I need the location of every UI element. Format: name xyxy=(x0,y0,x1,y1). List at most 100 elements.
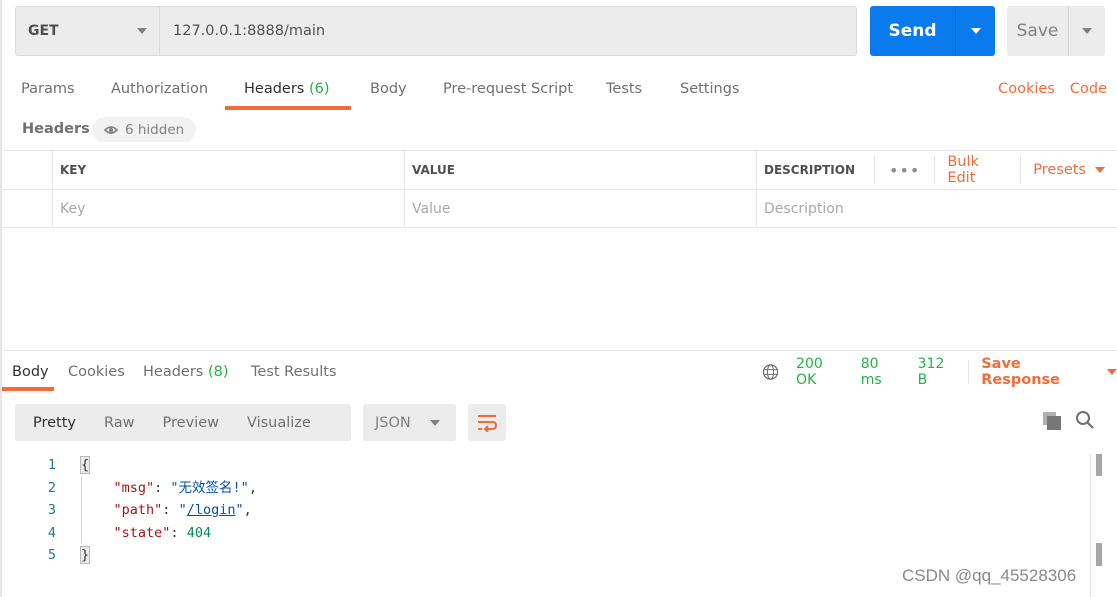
view-mode-group: Pretty Raw Preview Visualize xyxy=(15,404,351,441)
copy-icon[interactable] xyxy=(1042,411,1062,431)
close-brace: } xyxy=(79,546,91,564)
line-number: 5 xyxy=(47,547,56,563)
tab-label: Cookies xyxy=(68,364,125,380)
save-response-label: Save Response xyxy=(981,356,1060,388)
tab-label: Tests xyxy=(606,81,643,97)
search-icon[interactable] xyxy=(1075,410,1095,430)
save-response-dropdown[interactable]: Save Response xyxy=(981,356,1117,388)
headers-section-label: Headers xyxy=(22,121,90,137)
eye-icon xyxy=(104,125,118,134)
key-input[interactable]: Key xyxy=(53,190,405,228)
view-raw-button[interactable]: Raw xyxy=(86,415,135,431)
url-input[interactable]: 127.0.0.1:8888/main xyxy=(160,7,856,55)
line-number: 1 xyxy=(47,457,56,473)
response-tab-cookies[interactable]: Cookies xyxy=(68,361,125,383)
method-select[interactable]: GET xyxy=(16,7,160,55)
response-size[interactable]: 312 B xyxy=(918,356,957,388)
tab-label: Body xyxy=(370,81,407,97)
code-link[interactable]: Code xyxy=(1070,76,1107,102)
tab-authorization[interactable]: Authorization xyxy=(111,76,208,110)
json-link-value[interactable]: /login xyxy=(187,502,236,518)
tab-label: Test Results xyxy=(251,364,337,380)
tab-headers[interactable]: Headers (6) xyxy=(244,76,330,110)
code-line: 3 "path": "/login", xyxy=(0,499,1090,522)
presets-label: Presets xyxy=(1033,162,1086,178)
hidden-count-label: 6 hidden xyxy=(125,121,185,138)
value-column-header: VALUE xyxy=(405,151,757,189)
response-time[interactable]: 80 ms xyxy=(861,356,902,388)
pane-divider[interactable] xyxy=(2,350,1117,351)
line-number: 4 xyxy=(47,524,56,541)
active-tab-indicator xyxy=(225,106,351,110)
active-response-tab-indicator xyxy=(2,387,54,391)
response-tab-test-results[interactable]: Test Results xyxy=(251,361,337,383)
headers-table: KEY VALUE DESCRIPTION ••• Bulk Edit Pres… xyxy=(2,150,1117,228)
json-number-value: 404 xyxy=(186,524,212,541)
chevron-down-icon xyxy=(1082,28,1092,34)
more-options-button[interactable]: ••• xyxy=(874,156,934,184)
cookies-link[interactable]: Cookies xyxy=(998,76,1055,102)
tab-pre-request-script[interactable]: Pre-request Script xyxy=(443,76,573,110)
scrollbar-track[interactable] xyxy=(1090,454,1091,597)
save-dropdown-button[interactable] xyxy=(1069,6,1105,56)
hidden-headers-toggle[interactable]: 6 hidden xyxy=(92,117,197,142)
code-line: 1 { xyxy=(0,454,1090,477)
tab-settings[interactable]: Settings xyxy=(680,76,739,110)
indent-guide xyxy=(81,477,82,543)
tab-body[interactable]: Body xyxy=(370,76,407,110)
tab-label: Pre-request Script xyxy=(443,81,574,97)
save-button[interactable]: Save xyxy=(1007,6,1069,56)
watermark: CSDN @qq_45528306 xyxy=(902,566,1077,585)
status-code[interactable]: 200 OK xyxy=(796,356,845,388)
tab-label: Settings xyxy=(680,81,740,97)
response-tab-headers[interactable]: Headers (8) xyxy=(143,361,229,383)
tab-label: Authorization xyxy=(111,81,209,97)
tab-label: Body xyxy=(12,364,49,380)
view-visualize-button[interactable]: Visualize xyxy=(229,415,311,431)
tab-params[interactable]: Params xyxy=(21,76,75,110)
scrollbar-marker-bottom[interactable] xyxy=(1096,543,1102,566)
code-line: 2 "msg": "无效签名!", xyxy=(0,477,1090,500)
tab-count: (6) xyxy=(308,81,330,97)
row-checkbox-cell xyxy=(2,190,53,228)
code-line: 4 "state": 404 xyxy=(0,522,1090,545)
method-label: GET xyxy=(28,23,59,39)
bulk-edit-button[interactable]: Bulk Edit xyxy=(934,154,1020,186)
format-label: JSON xyxy=(375,414,411,431)
send-button-group: Send xyxy=(870,6,995,56)
table-actions: ••• Bulk Edit Presets xyxy=(874,151,1117,189)
json-key: "path" xyxy=(113,502,163,518)
view-preview-button[interactable]: Preview xyxy=(145,415,219,431)
send-dropdown-button[interactable] xyxy=(956,6,995,56)
json-key: "state" xyxy=(113,524,171,541)
format-select[interactable]: JSON xyxy=(363,404,456,441)
value-input[interactable]: Value xyxy=(405,190,757,228)
tab-label: Headers xyxy=(244,81,305,97)
view-pretty-button[interactable]: Pretty xyxy=(15,415,76,431)
scrollbar-marker-top[interactable] xyxy=(1096,454,1102,476)
code-line: 5 } xyxy=(0,544,1090,567)
request-tabs: Params Authorization Headers (6) Body Pr… xyxy=(0,76,1117,110)
globe-icon[interactable] xyxy=(762,363,779,381)
description-input[interactable]: Description xyxy=(757,190,1117,228)
chevron-down-icon xyxy=(1107,369,1117,375)
request-links: Cookies Code xyxy=(998,76,1107,102)
line-number: 3 xyxy=(47,502,56,518)
chevron-down-icon xyxy=(430,419,440,426)
response-tab-body[interactable]: Body xyxy=(12,361,49,383)
chevron-down-icon xyxy=(970,28,981,34)
wrap-lines-button[interactable] xyxy=(468,404,506,441)
tab-label: Headers xyxy=(143,364,204,380)
response-body-editor[interactable]: 1 { 2 "msg": "无效签名!", 3 "path": "/login"… xyxy=(0,454,1090,567)
wrap-lines-icon xyxy=(478,414,498,432)
tab-tests[interactable]: Tests xyxy=(606,76,642,110)
checkbox-column-header xyxy=(2,151,53,189)
key-column-header: KEY xyxy=(53,151,405,189)
send-button[interactable]: Send xyxy=(870,6,956,56)
presets-dropdown[interactable]: Presets xyxy=(1020,156,1117,184)
chevron-down-icon xyxy=(137,28,147,34)
tab-label: Params xyxy=(21,81,75,97)
table-row: Key Value Description xyxy=(2,189,1117,228)
json-key: "msg" xyxy=(113,479,155,496)
chevron-down-icon xyxy=(1095,167,1105,173)
